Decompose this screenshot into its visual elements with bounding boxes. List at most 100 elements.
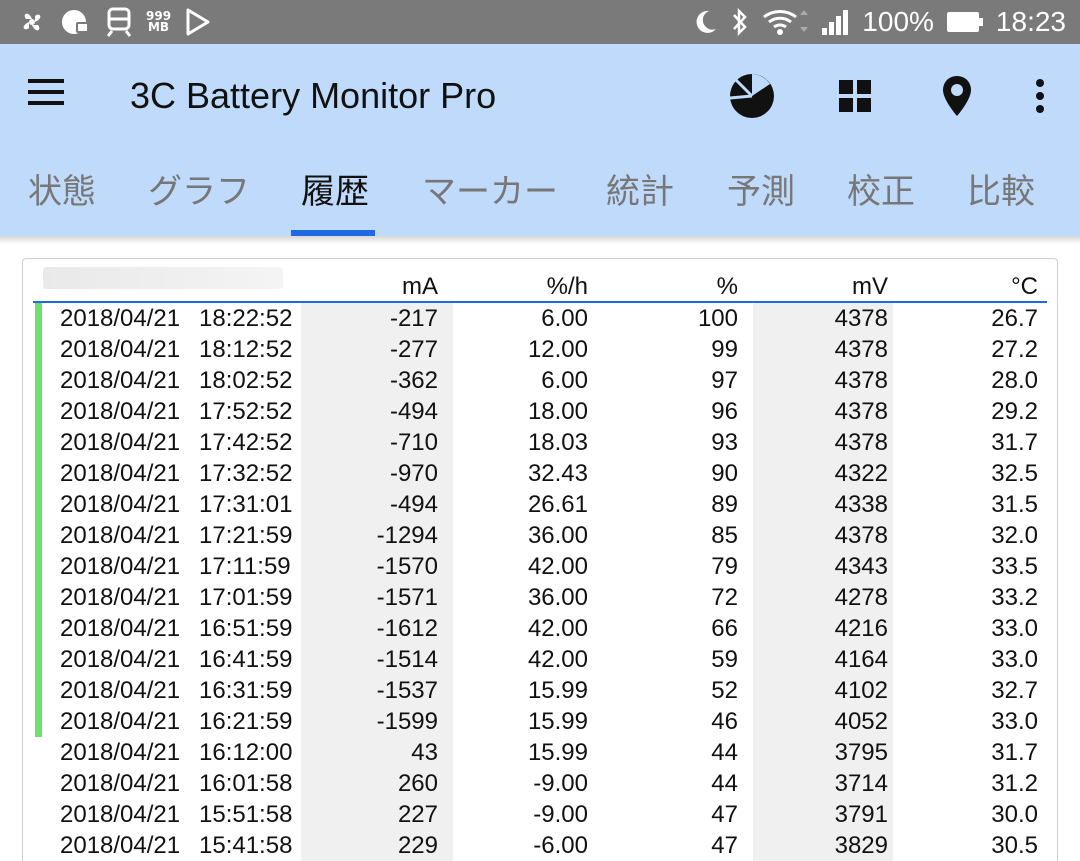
cell-time: 16:41:59 xyxy=(199,646,293,673)
table-row[interactable]: 2018/04/21 18:12:52 -277 12.00 99 4378 27.2 xyxy=(23,334,1057,365)
tab-forecast[interactable]: 予測 xyxy=(727,154,795,236)
table-row[interactable]: 2018/04/21 17:21:59 -1294 36.00 85 4378 32.0 xyxy=(23,520,1057,551)
cell-temperature: 31.7 xyxy=(991,739,1038,766)
table-row[interactable]: 2018/04/21 16:41:59 -1514 42.00 59 4164 33.0 xyxy=(23,644,1057,675)
cell-percent: 47 xyxy=(711,832,738,859)
cell-date: 2018/04/21 xyxy=(60,460,181,487)
cell-date: 2018/04/21 xyxy=(60,832,181,859)
tab-history[interactable]: 履歴 xyxy=(301,154,369,236)
table-row[interactable]: 2018/04/21 15:51:58 227 -9.00 47 3791 30.0 xyxy=(23,799,1057,830)
table-row[interactable]: 2018/04/21 17:32:52 -970 32.43 90 4322 32.5 xyxy=(23,458,1057,489)
grid-icon[interactable] xyxy=(825,66,885,126)
cell-rate: 32.43 xyxy=(527,460,588,487)
cell-current: -1570 xyxy=(376,553,438,580)
cell-voltage: 3829 xyxy=(834,832,888,859)
table-row[interactable]: 2018/04/21 16:01:58 260 -9.00 44 3714 31.2 xyxy=(23,768,1057,799)
cell-temperature: 32.0 xyxy=(991,522,1038,549)
cell-rate: 15.99 xyxy=(527,739,588,766)
cell-voltage: 4378 xyxy=(834,522,888,549)
cell-rate: 6.00 xyxy=(541,367,588,394)
cell-current: -1571 xyxy=(376,584,438,611)
status-clock: 18:23 xyxy=(995,6,1066,37)
cell-temperature: 26.7 xyxy=(991,305,1038,332)
table-row[interactable]: 2018/04/21 18:22:52 -217 6.00 100 4378 26.7 xyxy=(23,303,1057,334)
cell-temperature: 31.7 xyxy=(991,429,1038,456)
cell-percent: 47 xyxy=(711,801,738,828)
more-vert-icon[interactable] xyxy=(1010,66,1070,126)
cell-current: -494 xyxy=(389,491,438,518)
table-row[interactable]: 2018/04/21 17:52:52 -494 18.00 96 4378 29.2 xyxy=(23,396,1057,427)
charging-indicator xyxy=(35,396,42,427)
memory-label: 999 MB xyxy=(146,9,172,34)
table-row[interactable]: 2018/04/21 17:11:59 -1570 42.00 79 4343 33.5 xyxy=(23,551,1057,582)
battery-icon xyxy=(946,0,984,44)
header-current[interactable]: mA xyxy=(303,273,438,301)
table-row[interactable]: 2018/04/21 17:01:59 -1571 36.00 72 4278 33.2 xyxy=(23,582,1057,613)
cell-rate: 15.99 xyxy=(527,708,588,735)
signal-icon xyxy=(820,0,850,44)
cell-percent: 44 xyxy=(711,739,738,766)
cell-time: 15:41:58 xyxy=(199,832,293,859)
cell-time: 16:01:58 xyxy=(199,770,293,797)
cell-date: 2018/04/21 xyxy=(60,336,181,363)
table-row[interactable]: 2018/04/21 17:42:52 -710 18.03 93 4378 31.7 xyxy=(23,427,1057,458)
cell-percent: 99 xyxy=(711,336,738,363)
cell-percent: 72 xyxy=(711,584,738,611)
pie-chart-icon[interactable] xyxy=(722,66,782,126)
table-row[interactable]: 2018/04/21 16:31:59 -1537 15.99 52 4102 32.7 xyxy=(23,675,1057,706)
app-title: 3C Battery Monitor Pro xyxy=(130,75,497,116)
table-row[interactable]: 2018/04/21 16:12:00 43 15.99 44 3795 31.7 xyxy=(23,737,1057,768)
cloud-sync-icon xyxy=(60,0,92,44)
cell-temperature: 33.0 xyxy=(991,646,1038,673)
cell-temperature: 33.0 xyxy=(991,708,1038,735)
cell-rate: -9.00 xyxy=(533,801,588,828)
cell-voltage: 3791 xyxy=(834,801,888,828)
cell-temperature: 31.2 xyxy=(991,770,1038,797)
cell-rate: 6.00 xyxy=(541,305,588,332)
cell-voltage: 4378 xyxy=(834,429,888,456)
tab-statistics[interactable]: 統計 xyxy=(606,154,674,236)
history-rows: 2018/04/21 18:22:52 -217 6.00 100 4378 26.7 201… xyxy=(23,303,1057,861)
table-row[interactable]: 2018/04/21 18:02:52 -362 6.00 97 4378 28.0 xyxy=(23,365,1057,396)
cell-voltage: 4216 xyxy=(834,615,888,642)
train-icon xyxy=(106,0,132,44)
header-percent[interactable]: % xyxy=(603,273,738,301)
cell-rate: -6.00 xyxy=(533,832,588,859)
cell-date: 2018/04/21 xyxy=(60,584,181,611)
tab-compare[interactable]: 比較 xyxy=(967,154,1035,236)
cell-voltage: 4378 xyxy=(834,367,888,394)
location-pin-icon[interactable] xyxy=(927,66,987,126)
cell-current: -710 xyxy=(389,429,438,456)
table-row[interactable]: 2018/04/21 16:51:59 -1612 42.00 66 4216 33.0 xyxy=(23,613,1057,644)
cell-rate: -9.00 xyxy=(533,770,588,797)
tab-status[interactable]: 状態 xyxy=(28,154,96,236)
moon-icon xyxy=(692,0,718,44)
cell-rate: 15.99 xyxy=(527,677,588,704)
table-row[interactable]: 2018/04/21 16:21:59 -1599 15.99 46 4052 33.0 xyxy=(23,706,1057,737)
cell-rate: 42.00 xyxy=(527,615,588,642)
tab-markers[interactable]: マーカー xyxy=(422,154,558,236)
cell-rate: 36.00 xyxy=(527,584,588,611)
cell-voltage: 4343 xyxy=(834,553,888,580)
charging-indicator xyxy=(35,551,42,582)
cell-temperature: 32.5 xyxy=(991,460,1038,487)
cell-current: -494 xyxy=(389,398,438,425)
cell-time: 18:12:52 xyxy=(199,336,293,363)
header-temperature[interactable]: °C xyxy=(903,273,1038,301)
tab-calibration[interactable]: 校正 xyxy=(847,154,915,236)
cell-percent: 90 xyxy=(711,460,738,487)
app-bar: 3C Battery Monitor Pro 状態 グラフ 履歴 マーカー 統計… xyxy=(0,44,1080,236)
table-row[interactable]: 2018/04/21 17:31:01 -494 26.61 89 4338 31.5 xyxy=(23,489,1057,520)
table-row[interactable]: 2018/04/21 15:41:58 229 -6.00 47 3829 30.5 xyxy=(23,830,1057,861)
menu-icon[interactable] xyxy=(28,70,72,114)
charging-indicator xyxy=(35,334,42,365)
charging-indicator xyxy=(35,675,42,706)
cell-current: -970 xyxy=(389,460,438,487)
cell-time: 17:42:52 xyxy=(199,429,293,456)
header-rate[interactable]: %/h xyxy=(453,273,588,301)
cell-rate: 18.00 xyxy=(527,398,588,425)
history-card[interactable]: mA %/h % mV °C 2018/04/21 18:22:52 -217 6.0… xyxy=(22,258,1058,861)
cell-date: 2018/04/21 xyxy=(60,770,181,797)
header-voltage[interactable]: mV xyxy=(753,273,888,301)
tab-graph[interactable]: グラフ xyxy=(148,154,250,236)
